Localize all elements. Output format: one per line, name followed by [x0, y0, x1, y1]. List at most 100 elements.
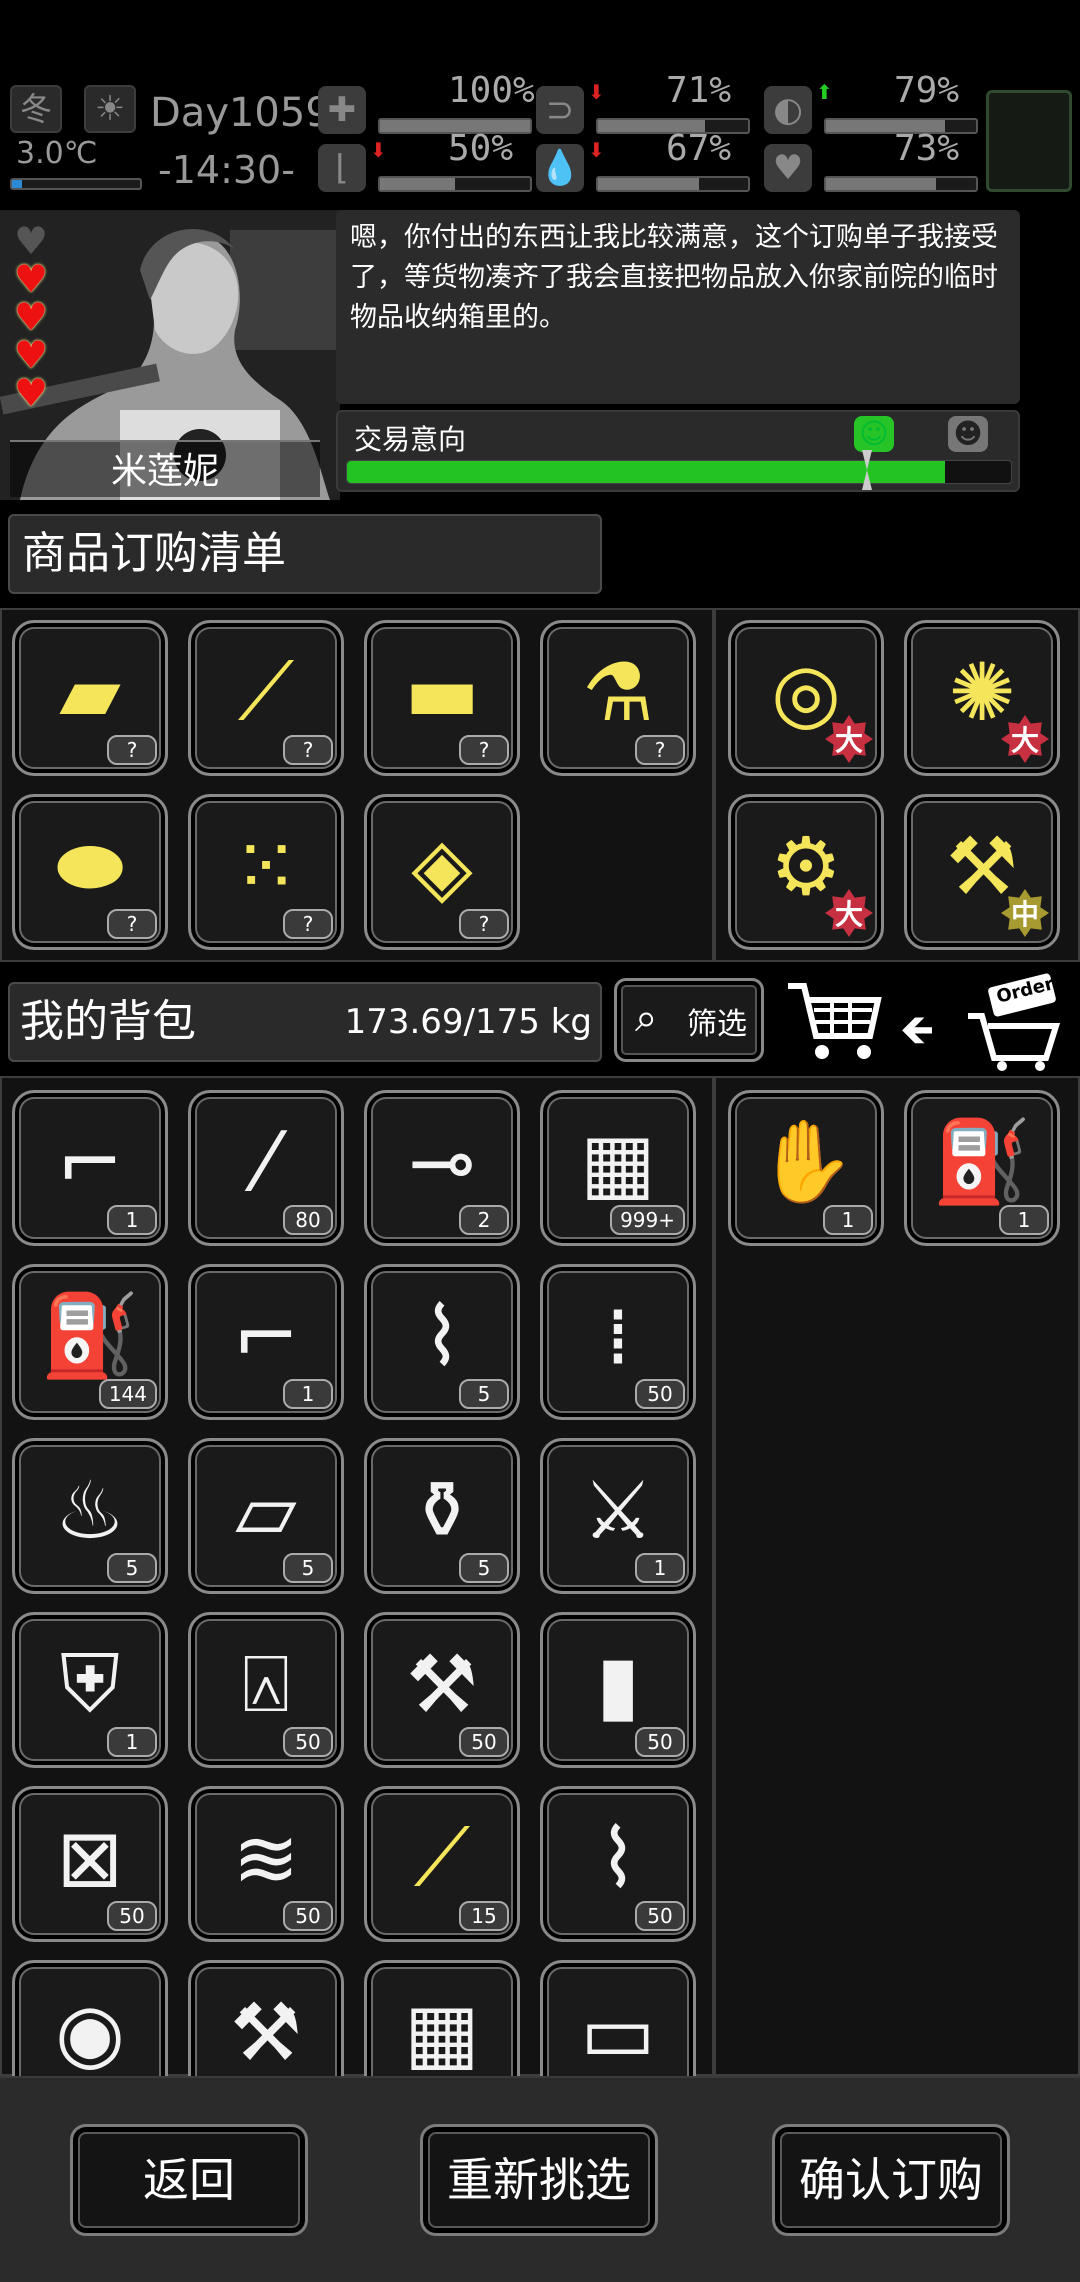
filter-label: 筛选: [687, 1007, 747, 1042]
item-quantity: 50: [283, 1727, 333, 1757]
item-quantity: 5: [459, 1379, 509, 1409]
item-slot[interactable]: ▱ 5: [188, 1438, 344, 1594]
wood-planks-icon: ▰: [59, 645, 121, 739]
item-slot[interactable]: ♨ 5: [12, 1438, 168, 1594]
item-slot[interactable]: ▦ 999+: [540, 1090, 696, 1246]
item-slot[interactable]: ✺ 大: [904, 620, 1060, 776]
sun-icon: ☀: [84, 85, 136, 133]
season-badge: 冬: [10, 85, 62, 133]
item-slot[interactable]: ⟋ 15: [364, 1786, 520, 1942]
back-button[interactable]: 返回: [70, 2124, 308, 2236]
item-slot[interactable]: ⚒: [188, 1960, 344, 2076]
item-slot[interactable]: ⛽ 1: [904, 1090, 1060, 1246]
item-slot[interactable]: ▰?: [12, 620, 168, 776]
item-slot[interactable]: ⬬?: [12, 794, 168, 950]
item-quantity: 50: [635, 1379, 685, 1409]
item-quantity: 1: [283, 1379, 333, 1409]
item-slot[interactable]: ⊠ 50: [12, 1786, 168, 1942]
pipe-fitting-icon: ⬬: [55, 819, 125, 912]
item-quantity: ?: [107, 735, 157, 765]
stat-value-mood: 73%: [894, 128, 960, 169]
filter-button[interactable]: ⌕ 筛选: [614, 978, 764, 1062]
item-quantity: 2: [459, 1205, 509, 1235]
stat-value-health: 100%: [448, 70, 535, 111]
item-slot[interactable]: ▭: [540, 1960, 696, 2076]
clock: -14:30-: [158, 148, 295, 192]
flare-gun-icon: ⌐: [232, 1289, 300, 1383]
tools-icon: ⚒: [230, 1985, 302, 2077]
item-quantity: 1: [107, 1727, 157, 1757]
item-slot[interactable]: ⚙ 大: [728, 794, 884, 950]
item-slot[interactable]: ≋ 50: [188, 1786, 344, 1942]
item-slot[interactable]: ✋ 1: [728, 1090, 884, 1246]
quick-slot[interactable]: [986, 90, 1072, 192]
item-slot[interactable]: ⌇ 5: [364, 1264, 520, 1420]
item-slot[interactable]: ◉: [12, 1960, 168, 2076]
blocks-icon: ▦: [404, 1985, 480, 2077]
trade-intent-bar: [346, 460, 1012, 484]
sticks-icon: ⟋: [414, 1811, 470, 1904]
spray-cans-icon: ⛽: [932, 1115, 1032, 1208]
flask-icon: ⚗: [582, 645, 654, 739]
item-slot[interactable]: ⛨ 1: [12, 1612, 168, 1768]
backpack-title-bar: 我的背包 173.69/175 kg: [8, 982, 602, 1062]
item-slot[interactable]: ▦: [364, 1960, 520, 2076]
item-slot[interactable]: ⚒ 中: [904, 794, 1060, 950]
dialog-box: 嗯，你付出的东西让我比较满意，这个订购单子我接受了，等货物凑齐了我会直接把物品放…: [336, 210, 1020, 404]
sniper-rifle-icon: ⌐: [56, 1115, 124, 1209]
logs-icon: ◉: [55, 1985, 125, 2077]
confirm-order-button[interactable]: 确认订购: [772, 2124, 1010, 2236]
item-slot[interactable]: ⌐ 1: [12, 1090, 168, 1246]
item-quantity: 15: [459, 1901, 509, 1931]
temperature-bar: [10, 178, 142, 190]
stat-bar-thirst: [596, 176, 750, 192]
item-slot[interactable]: ⊸ 2: [364, 1090, 520, 1246]
item-quantity: ?: [283, 909, 333, 939]
boot-icon: ⌊: [318, 144, 366, 192]
stat-bar-mood: [824, 176, 978, 192]
heart-full-icon: ♥: [14, 257, 49, 301]
item-slot[interactable]: ⌐ 1: [188, 1264, 344, 1420]
item-slot[interactable]: ⚗?: [540, 620, 696, 776]
cloth-icon: ▬: [404, 645, 480, 739]
item-slot[interactable]: ⟋?: [188, 620, 344, 776]
arrow-left-icon: 🡸: [900, 1005, 935, 1054]
item-slot[interactable]: ◎ 大: [728, 620, 884, 776]
item-slot[interactable]: ⌇ 50: [540, 1786, 696, 1942]
item-slot[interactable]: ⁄ 80: [188, 1090, 344, 1246]
magnifier-icon: ⌕: [635, 995, 658, 1041]
reselect-button[interactable]: 重新挑选: [420, 2124, 658, 2236]
item-quantity: ?: [283, 735, 333, 765]
item-slot[interactable]: ▬?: [364, 620, 520, 776]
character-name: 米莲妮: [10, 440, 320, 497]
day-counter: Day1059: [150, 90, 331, 136]
bandage-icon: ⌇: [422, 1289, 462, 1383]
item-quantity: 1: [107, 1205, 157, 1235]
item-slot[interactable]: ▮ 50: [540, 1612, 696, 1768]
trade-intent-label: 交易意向: [354, 423, 467, 456]
syringe-icon: ⊸: [408, 1115, 476, 1209]
item-slot[interactable]: ◈?: [364, 794, 520, 950]
order-cart-icon[interactable]: Order: [960, 972, 1070, 1072]
item-slot[interactable]: ⁞ 50: [540, 1264, 696, 1420]
item-quantity: 5: [283, 1553, 333, 1583]
gold-bars-icon: ▱: [235, 1463, 297, 1557]
plastic-bottle-icon: ⍓: [242, 1637, 290, 1730]
dialog-text: 嗯，你付出的东西让我比较满意，这个订购单子我接受了，等货物凑齐了我会直接把物品放…: [350, 222, 998, 333]
cart-icon[interactable]: [784, 978, 884, 1068]
item-slot[interactable]: ⛽ 144: [12, 1264, 168, 1420]
item-slot[interactable]: ⚔ 1: [540, 1438, 696, 1594]
trade-intent-fill: [347, 461, 945, 483]
item-slot[interactable]: ⚒ 50: [364, 1612, 520, 1768]
item-quantity: 1: [823, 1205, 873, 1235]
item-slot[interactable]: ⚱ 5: [364, 1438, 520, 1594]
item-quantity: ?: [459, 909, 509, 939]
item-quantity: 80: [283, 1205, 333, 1235]
backpack-grid[interactable]: ⌐ 1 ⁄ 80 ⊸ 2 ▦ 999+ ⛽ 144 ⌐ 1 ⌇ 5 ⁞ 50 ♨ 5 ▱ 5 ⚱ 5 ⚔ 1 ⛨ 1 ⍓ 50 ⚒ 50 ▮…: [0, 1076, 714, 2076]
item-quantity: 50: [635, 1727, 685, 1757]
affection-hearts: ♥ ♥ ♥ ♥ ♥: [14, 222, 64, 412]
item-slot[interactable]: ⁙?: [188, 794, 344, 950]
knife-icon: ⚔: [582, 1463, 654, 1557]
item-slot[interactable]: ⍓ 50: [188, 1612, 344, 1768]
heart-empty-icon: ♥: [14, 219, 49, 263]
